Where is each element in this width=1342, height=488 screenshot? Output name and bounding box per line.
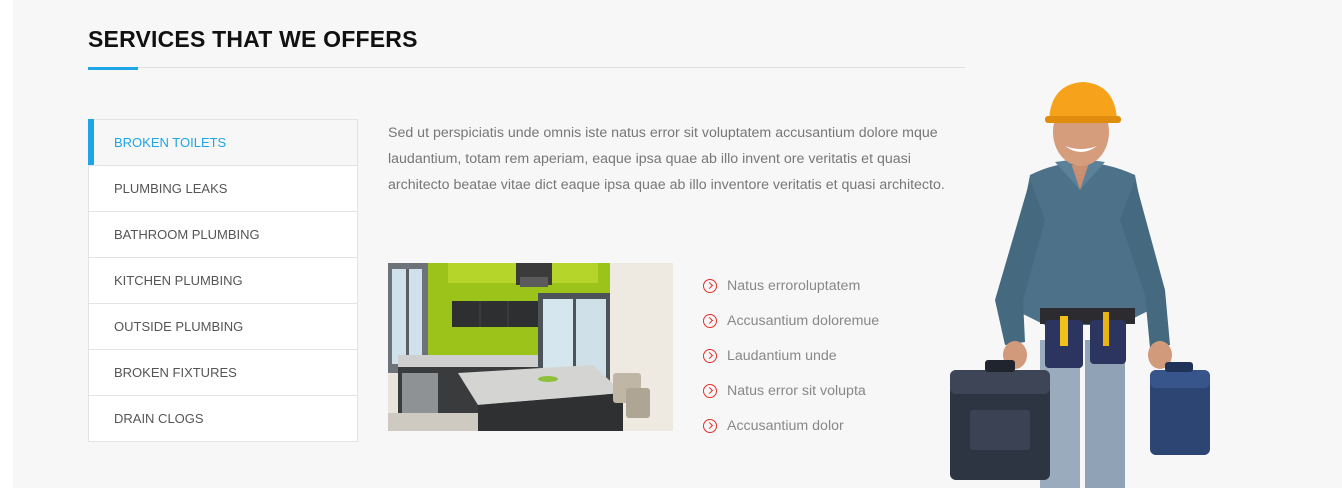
menu-item-broken-fixtures[interactable]: BROKEN FIXTURES [89, 349, 357, 395]
kitchen-photo [388, 263, 673, 431]
feature-label: Natus erroroluptatem [727, 277, 861, 294]
menu-item-kitchen-plumbing[interactable]: KITCHEN PLUMBING [89, 257, 357, 303]
menu-item-plumbing-leaks[interactable]: PLUMBING LEAKS [89, 165, 357, 211]
feature-label: Natus error sit volupta [727, 382, 866, 399]
feature-item: Laudantium unde [703, 338, 879, 373]
feature-label: Laudantium unde [727, 347, 837, 364]
feature-item: Natus erroroluptatem [703, 268, 879, 303]
title-accent-bar [88, 67, 138, 70]
service-description: Sed ut perspiciatis unde omnis iste natu… [388, 125, 945, 193]
plumber-image [945, 80, 1215, 488]
services-menu: BROKEN TOILETS PLUMBING LEAKS BATHROOM P… [88, 119, 358, 442]
feature-list: Natus erroroluptatem Accusantium dolorem… [703, 268, 879, 443]
menu-item-drain-clogs[interactable]: DRAIN CLOGS [89, 395, 357, 441]
circle-arrow-right-icon [703, 313, 717, 328]
menu-item-broken-toilets[interactable]: BROKEN TOILETS [88, 119, 357, 165]
circle-arrow-right-icon [703, 348, 717, 363]
feature-item: Accusantium doloremue [703, 303, 879, 338]
feature-item: Natus error sit volupta [703, 373, 879, 408]
feature-item: Accusantium dolor [703, 408, 879, 443]
circle-arrow-right-icon [703, 278, 717, 293]
feature-label: Accusantium doloremue [727, 312, 880, 329]
title-divider [88, 67, 965, 68]
menu-item-outside-plumbing[interactable]: OUTSIDE PLUMBING [89, 303, 357, 349]
circle-arrow-right-icon [703, 383, 717, 398]
circle-arrow-right-icon [703, 418, 717, 433]
menu-item-bathroom-plumbing[interactable]: BATHROOM PLUMBING [89, 211, 357, 257]
section-title: SERVICES THAT WE OFFERS [88, 26, 418, 52]
feature-label: Accusantium dolor [727, 417, 844, 434]
